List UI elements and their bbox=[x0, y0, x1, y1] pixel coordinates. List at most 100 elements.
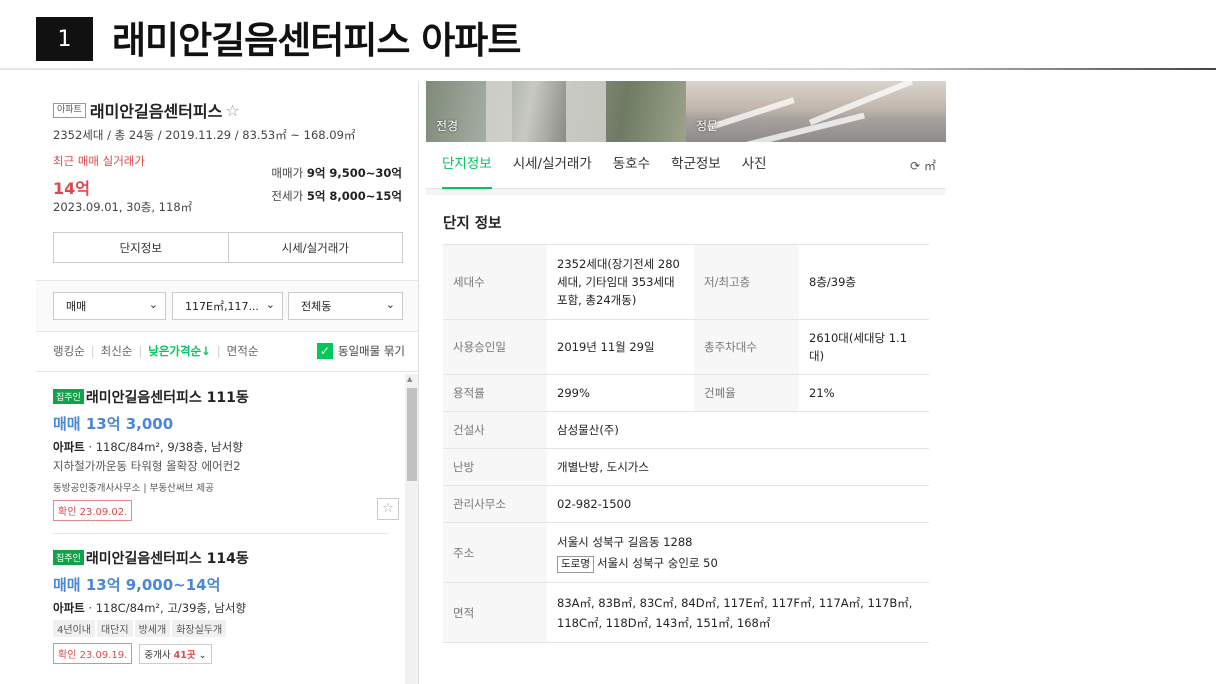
listing-tag: 4년이내 bbox=[53, 619, 95, 637]
sale-price-label: 매매가 bbox=[271, 166, 304, 180]
listing-name: 래미안길음센터피스 111동 bbox=[85, 389, 249, 406]
table-row: 면적 83A㎡, 83B㎡, 83C㎡, 84D㎡, 117E㎡, 117F㎡,… bbox=[443, 582, 929, 643]
listing-price: 매매 13억 9,000~14억 bbox=[53, 575, 221, 594]
chevron-down-icon: ⌄ bbox=[385, 298, 395, 311]
management-office-label: 관리사무소 bbox=[443, 485, 547, 523]
listing-panel: 아파트 래미안길음센터피스 ☆ 2352세대 / 총 24동 / 2019.11.2… bbox=[36, 81, 419, 684]
owner-tag: 집주인 bbox=[53, 389, 84, 404]
favorite-star-icon[interactable]: ☆ bbox=[225, 101, 239, 120]
chevron-down-icon: ⌄ bbox=[148, 298, 158, 311]
heating-value: 개별난방, 도시가스 bbox=[547, 448, 929, 486]
area-select[interactable]: 117E㎡,117... ⌄ bbox=[172, 292, 283, 320]
tab-school-info[interactable]: 학군정보 bbox=[671, 142, 721, 189]
building-shape bbox=[486, 81, 512, 142]
table-row: 용적률 299% 건폐율 21% bbox=[443, 374, 929, 412]
exterior-caption: 전경 bbox=[436, 119, 459, 133]
chevron-down-icon: ⌄ bbox=[265, 298, 275, 311]
gate-caption: 정문 bbox=[696, 119, 719, 133]
table-row: 건설사 삼성물산(주) bbox=[443, 411, 929, 449]
heating-label: 난방 bbox=[443, 448, 547, 486]
approval-label: 사용승인일 bbox=[443, 319, 547, 375]
agent-count-label: 중개사 bbox=[144, 649, 171, 661]
sort-ranking[interactable]: 랭킹순 bbox=[53, 343, 85, 359]
jeonse-price-range: 전세가 5억 8,000~15억 bbox=[271, 188, 402, 204]
dong-select[interactable]: 전체동 ⌄ bbox=[288, 292, 403, 320]
sale-price-value: 9억 9,500~30억 bbox=[306, 166, 402, 180]
sort-row: 랭킹순 | 최신순 | 낮은가격순↓ | 면적순 ✓ 동일매물 묶기 bbox=[53, 343, 405, 359]
divider bbox=[36, 371, 418, 372]
listing-tags: 4년이내 대단지 방세개 화장실두개 bbox=[53, 619, 399, 637]
trade-type-value: 매매 bbox=[66, 300, 87, 313]
road-address: 서울시 성북구 숭인로 50 bbox=[596, 555, 718, 570]
listing-scrollbar[interactable]: ▲ bbox=[405, 374, 418, 684]
table-row: 주소 서울시 성북구 길음동 1288 도로명 서울시 성북구 숭인로 50 bbox=[443, 522, 929, 583]
tab-unit-numbers[interactable]: 동호수 bbox=[613, 142, 650, 189]
table-row: 세대수 2352세대(장기전세 280세대, 기타임대 353세대 포함, 총2… bbox=[443, 244, 929, 320]
filter-bar: 매매 ⌄ 117E㎡,117... ⌄ 전체동 ⌄ bbox=[36, 280, 418, 332]
floors-label: 저/최고층 bbox=[694, 244, 799, 320]
listing-tag: 대단지 bbox=[96, 619, 133, 637]
listing-description: 지하철가까운동 타워형 올확장 에어컨2 bbox=[53, 458, 241, 473]
listing-item[interactable]: 집주인 래미안길음센터피스 114동 매매 13억 9,000~14억 아파트 ·… bbox=[53, 547, 399, 664]
checkbox-checked-icon[interactable]: ✓ bbox=[316, 343, 333, 359]
detail-tabs: 단지정보 시세/실거래가 동호수 학군정보 사진 ⟳ ㎡ bbox=[426, 142, 946, 189]
unit-toggle-button[interactable]: ⟳ ㎡ bbox=[910, 157, 936, 174]
sort-area[interactable]: 면적순 bbox=[227, 343, 259, 359]
scroll-up-arrow-icon[interactable]: ▲ bbox=[407, 375, 412, 383]
address-label: 주소 bbox=[443, 522, 547, 583]
table-row: 사용승인일 2019년 11월 29일 총주차대수 2610대(세대당 1.1대… bbox=[443, 319, 929, 375]
parking-label: 총주차대수 bbox=[694, 319, 799, 375]
households-label: 세대수 bbox=[443, 244, 547, 320]
area-value: 117E㎡,117... bbox=[185, 300, 259, 313]
sort-low-price[interactable]: 낮은가격순↓ bbox=[148, 343, 211, 359]
complex-info-button[interactable]: 단지정보 bbox=[54, 233, 228, 262]
confirm-date-badge: 확인 23.09.02. bbox=[53, 499, 133, 521]
recent-price-label: 최근 매매 실거래가 bbox=[53, 154, 145, 168]
builder-value: 삼성물산(주) bbox=[547, 411, 929, 449]
road-name-badge: 도로명 bbox=[557, 555, 594, 573]
apartment-summary-info: 2352세대 / 총 24동 / 2019.11.29 / 83.53㎡ ~ 1… bbox=[53, 128, 356, 142]
floor-area-ratio-label: 용적률 bbox=[443, 374, 547, 412]
exterior-photo[interactable]: 전경 bbox=[426, 81, 686, 142]
listing-tag: 방세개 bbox=[134, 619, 171, 637]
listing-price: 매매 13억 3,000 bbox=[53, 414, 174, 433]
listing-item[interactable]: 집주인 래미안길음센터피스 111동 매매 13억 3,000 아파트 · 118… bbox=[53, 386, 399, 521]
complex-info-card: 단지 정보 세대수 2352세대(장기전세 280세대, 기타임대 353세대 … bbox=[426, 195, 946, 684]
market-price-button[interactable]: 시세/실거래가 bbox=[227, 233, 403, 262]
lot-address: 서울시 성북구 길음동 1288 bbox=[557, 534, 693, 549]
listing-agency: 동방공인중개사사무소 | 부동산써브 제공 bbox=[53, 482, 214, 494]
chevron-down-icon: ⌄ bbox=[198, 649, 207, 661]
title-divider bbox=[0, 68, 1216, 70]
summary-button-row: 단지정보 시세/실거래가 bbox=[53, 232, 403, 263]
scroll-thumb[interactable] bbox=[407, 388, 417, 481]
jeonse-price-label: 전세가 bbox=[271, 189, 304, 203]
approval-value: 2019년 11월 29일 bbox=[547, 319, 694, 375]
agent-count-dropdown[interactable]: 중개사 41곳 ⌄ bbox=[139, 643, 212, 664]
agent-count-value: 41곳 bbox=[173, 649, 196, 661]
building-shape bbox=[566, 81, 606, 142]
table-row: 난방 개별난방, 도시가스 bbox=[443, 448, 929, 486]
listing-spec-detail: 118C/84m², 9/38층, 남서향 bbox=[95, 439, 243, 454]
listing-type: 아파트 bbox=[53, 439, 85, 454]
tab-market-price[interactable]: 시세/실거래가 bbox=[513, 142, 592, 189]
building-coverage-value: 21% bbox=[799, 374, 929, 412]
photo-strip: 전경 정문 bbox=[426, 81, 946, 142]
sale-price-range: 매매가 9억 9,500~30억 bbox=[271, 165, 402, 181]
listing-spec: 아파트 · 118C/84m², 고/39층, 남서향 bbox=[53, 600, 247, 615]
group-same-listings-toggle[interactable]: ✓ 동일매물 묶기 bbox=[316, 343, 405, 359]
households-value: 2352세대(장기전세 280세대, 기타임대 353세대 포함, 총24개동) bbox=[547, 244, 694, 320]
listing-spec: 아파트 · 118C/84m², 9/38층, 남서향 bbox=[53, 439, 243, 454]
recent-price-detail: 2023.09.01, 30층, 118㎡ bbox=[53, 200, 193, 214]
area-list: 83A㎡, 83B㎡, 83C㎡, 84D㎡, 117E㎡, 117F㎡, 11… bbox=[547, 582, 929, 643]
trade-type-select[interactable]: 매매 ⌄ bbox=[53, 292, 166, 320]
sort-latest[interactable]: 최신순 bbox=[101, 343, 133, 359]
road-marking bbox=[747, 112, 865, 142]
tab-complex-info[interactable]: 단지정보 bbox=[442, 142, 492, 189]
floors-value: 8층/39층 bbox=[799, 244, 929, 320]
gate-photo[interactable]: 정문 bbox=[686, 81, 946, 142]
favorite-star-icon[interactable]: ☆ bbox=[377, 498, 399, 520]
area-label: 면적 bbox=[443, 582, 547, 643]
slide-title: 래미안길음센터피스 아파트 bbox=[112, 19, 521, 62]
road-marking bbox=[707, 97, 795, 131]
tab-photos[interactable]: 사진 bbox=[742, 142, 767, 189]
